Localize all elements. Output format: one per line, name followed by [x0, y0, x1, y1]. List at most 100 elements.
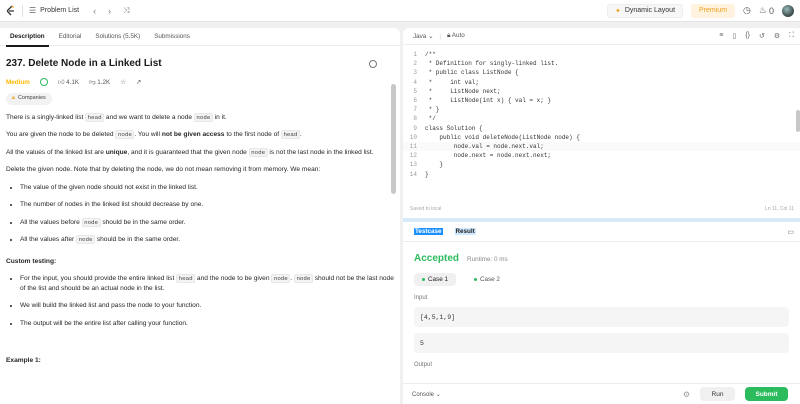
list-item: All the values before node should be in …	[20, 217, 394, 228]
text: All the values of the linked list are	[6, 148, 106, 156]
input-value-node: 5	[414, 333, 789, 353]
thumbs-down-icon: 👎︎	[89, 78, 96, 86]
pass-dot-icon	[473, 278, 477, 281]
custom-testing-heading: Custom testing:	[6, 257, 57, 265]
input-label: Input	[414, 295, 428, 301]
example-heading: Example 1:	[6, 357, 41, 364]
chevron-down-icon: ⌄	[435, 391, 441, 398]
code-line: 5 * ListNode next;	[413, 87, 501, 95]
saved-status: Saved to local	[410, 206, 442, 212]
requirements-list: The value of the given node should not e…	[6, 183, 394, 245]
dynamic-layout-button[interactable]: ✦ Dynamic Layout	[606, 3, 684, 18]
code-text: * ListNode next;	[425, 87, 501, 95]
tab-submissions[interactable]: Submissions	[147, 28, 197, 46]
like-button[interactable]: 👍︎ 4.1K	[58, 78, 79, 88]
language-label: Java	[413, 32, 427, 40]
settings-icon[interactable]: ⚙	[774, 32, 780, 40]
debug-icon[interactable]: ⚙	[683, 390, 690, 399]
tab-solutions[interactable]: Solutions (5.5K)	[88, 28, 147, 46]
text: and we want to delete a node	[104, 113, 194, 121]
case-tabs: Case 1 Case 2	[414, 273, 800, 286]
prev-problem-icon[interactable]: ‹	[93, 6, 96, 16]
case-1-tab[interactable]: Case 1	[414, 273, 456, 286]
streak-button[interactable]: ♨ 0	[759, 5, 774, 16]
editor-scrollbar[interactable]	[796, 110, 800, 132]
bold-text: unique	[105, 148, 128, 156]
premium-button[interactable]: Premium	[691, 3, 736, 18]
description-panel: Description Editorial Solutions (5.5K) S…	[0, 28, 400, 404]
code-line: 10 public void deleteNode(ListNode node)…	[409, 133, 580, 141]
console-footer: Console ⌄ ⚙ Run Submit	[403, 383, 800, 404]
case-label: Case 1	[428, 276, 448, 283]
text: , and it is guaranteed that the given no…	[127, 148, 249, 156]
tab-description[interactable]: Description	[3, 28, 52, 47]
submit-button[interactable]: Submit	[745, 387, 788, 401]
list-item: For the input, you should provide the en…	[20, 274, 394, 293]
code-text: * ListNode(int x) { val = x; }	[425, 97, 552, 105]
lock-icon: 🔒︎	[446, 32, 451, 39]
result-status: Accepted Runtime: 0 ms	[414, 253, 800, 264]
timer-icon[interactable]: ◷	[743, 5, 751, 16]
star-icon[interactable]: ☆	[120, 78, 126, 88]
code-area[interactable]: 1/** 2 * Definition for singly-linked li…	[403, 45, 800, 179]
code-line: 12 node.next = node.next.next;	[409, 152, 552, 160]
code-line: 7 * }	[413, 106, 440, 114]
fullscreen-icon[interactable]: ⛶	[789, 32, 794, 40]
editor-actions: ≡ ▯ {} ↺ ⚙ ⛶	[719, 32, 800, 40]
code-line: 11 node.val = node.next.val;	[403, 141, 800, 152]
paragraph: You are given the node to be deleted nod…	[6, 130, 394, 140]
list-item: The number of nodes in the linked list s…	[20, 200, 394, 210]
top-nav-bar: ☰ Problem List ‹ › ⤨ ✦ Dynamic Layout Pr…	[0, 0, 800, 22]
console-label: Console	[412, 391, 435, 398]
companies-tag[interactable]: 🔒︎ Companies	[6, 93, 52, 105]
divider: |	[439, 32, 441, 40]
code-line: 9 class Solution {	[413, 124, 483, 132]
code-line: 6 * ListNode(int x) { val = x; }	[413, 97, 552, 105]
result-tabs: Testcase Result ▭	[403, 222, 800, 242]
avatar[interactable]	[782, 4, 794, 17]
problem-list-button[interactable]: ☰ Problem List	[29, 6, 79, 15]
description-scrollbar[interactable]	[391, 84, 396, 194]
tab-testcase[interactable]: Testcase	[414, 228, 443, 235]
run-button[interactable]: Run	[700, 387, 735, 401]
case-2-tab[interactable]: Case 2	[466, 273, 508, 286]
console-toggle[interactable]: Console ⌄	[412, 391, 441, 398]
shuffle-icon[interactable]: ⤨	[123, 6, 129, 16]
inline-code: head	[176, 274, 196, 283]
next-problem-icon[interactable]: ›	[108, 6, 111, 16]
tab-editorial[interactable]: Editorial	[52, 28, 89, 46]
format-icon[interactable]: ≡	[719, 32, 723, 40]
sparkle-icon: ✦	[614, 7, 621, 15]
code-line: 3 * public class ListNode {	[413, 69, 519, 77]
list-item: All the values after node should be in t…	[20, 235, 394, 245]
auto-toggle[interactable]: 🔒︎ Auto	[447, 32, 465, 40]
text: There is a singly-linked list	[6, 113, 86, 121]
language-select[interactable]: Java ⌄	[413, 33, 433, 40]
list-item: The value of the given node should not e…	[20, 183, 394, 193]
text: in it.	[212, 113, 227, 121]
text: should be in the same order.	[95, 236, 181, 243]
collapse-icon[interactable]: ▭	[787, 228, 794, 236]
inline-code: node	[76, 235, 95, 244]
share-icon[interactable]: ↗	[136, 78, 141, 88]
code-text: * Definition for singly-linked list.	[425, 60, 559, 68]
difficulty-badge: Medium	[6, 78, 30, 86]
lock-icon: 🔒︎	[12, 95, 15, 101]
reset-icon[interactable]: ↺	[759, 32, 765, 40]
runtime-label: Runtime: 0 ms	[467, 256, 508, 263]
leetcode-logo-icon[interactable]	[6, 5, 16, 17]
dislike-count: 1.2K	[97, 78, 111, 86]
case-label: Case 2	[479, 276, 500, 283]
braces-icon[interactable]: {}	[745, 32, 750, 40]
info-icon[interactable]	[369, 60, 377, 68]
bookmark-icon[interactable]: ▯	[732, 32, 736, 40]
code-line: 4 * int val;	[413, 78, 480, 86]
problem-meta: Medium 👍︎ 4.1K 👎︎ 1.2K ☆ ↗	[6, 78, 394, 88]
inline-code: head	[85, 112, 105, 122]
tab-result[interactable]: Result	[454, 228, 476, 235]
text: The value of the given node should not e…	[20, 183, 198, 191]
thumbs-up-icon: 👍︎	[57, 78, 65, 86]
text: .	[299, 131, 302, 138]
text: to the first node of	[224, 131, 281, 138]
dislike-button[interactable]: 👎︎ 1.2K	[89, 78, 110, 88]
